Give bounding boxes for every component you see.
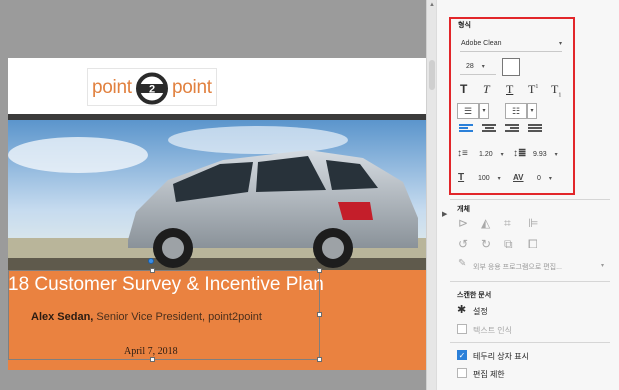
line-spacing-dropdown[interactable]: 1.20 ▾ xyxy=(479,151,504,158)
resize-handle-bottom-right[interactable] xyxy=(317,357,322,362)
font-color-swatch[interactable] xyxy=(502,58,520,76)
rotate-right-icon: ↻ xyxy=(481,237,492,251)
logo-text-right: point xyxy=(172,77,212,98)
horizontal-scale-icon: T xyxy=(458,172,465,183)
slide-date[interactable]: April 7, 2018 xyxy=(124,346,178,357)
align-left-button[interactable] xyxy=(459,124,473,134)
restrict-editing-label[interactable]: 편집 제한 xyxy=(473,369,505,380)
settings-link[interactable]: 설정 xyxy=(473,306,488,317)
collapse-panel-icon[interactable]: ▶ xyxy=(442,210,447,218)
recognize-text-label: 텍스트 인식 xyxy=(473,326,513,335)
format-section-title: 형식 xyxy=(458,22,471,29)
resize-handle-top-right[interactable] xyxy=(317,268,322,273)
replace-image-icon: ⧉ xyxy=(504,237,513,251)
align-justify-button[interactable] xyxy=(528,124,542,134)
horizontal-scale-value: 100 xyxy=(478,175,490,182)
pencil-icon: ✎ xyxy=(458,258,467,269)
gear-icon[interactable]: ✱ xyxy=(457,303,466,316)
character-spacing-value: 0 xyxy=(537,175,541,182)
chevron-down-icon: ▾ xyxy=(500,152,504,158)
resize-handle-top[interactable] xyxy=(150,268,155,273)
align-center-button[interactable] xyxy=(482,124,496,134)
subscript-button[interactable]: T1 xyxy=(551,82,561,98)
section-divider xyxy=(450,342,610,343)
bold-button[interactable]: T xyxy=(460,82,467,96)
chevron-down-icon: ▾ xyxy=(554,152,558,158)
horizontal-scale-dropdown[interactable]: 100 ▾ xyxy=(478,175,501,182)
font-size-underline xyxy=(460,74,496,75)
chevron-down-icon: ▾ xyxy=(601,263,605,269)
show-bounding-box-label[interactable]: 테두리 상자 표시 xyxy=(473,351,529,362)
logo-number: 2 xyxy=(149,84,155,96)
presenter-role: Senior Vice President, point2point xyxy=(93,311,262,323)
numbered-list-dropdown[interactable]: ▾ xyxy=(527,103,537,119)
resize-handle-bottom[interactable] xyxy=(150,357,155,362)
rotate-handle[interactable] xyxy=(148,258,154,264)
character-spacing-dropdown[interactable]: 0 ▾ xyxy=(537,175,552,182)
bullet-list-button[interactable]: ☰ xyxy=(457,103,479,119)
flip-icon: ◭ xyxy=(481,216,491,230)
vertical-scrollbar[interactable]: ▲ xyxy=(426,0,436,390)
font-family-dropdown[interactable]: Adobe Clean ▾ xyxy=(461,40,563,47)
italic-button[interactable]: T xyxy=(483,82,490,97)
chevron-down-icon: ▾ xyxy=(548,176,552,182)
superscript-button[interactable]: T1 xyxy=(528,82,538,97)
steering-wheel-logo: 2 xyxy=(136,72,168,105)
paragraph-spacing-value: 9.93 xyxy=(533,151,547,158)
scroll-thumb[interactable] xyxy=(429,60,435,90)
font-size-dropdown[interactable]: 28 ▾ xyxy=(466,63,485,70)
underline-button[interactable]: T xyxy=(506,82,513,97)
chevron-down-icon: ▾ xyxy=(481,64,485,70)
resize-handle-right[interactable] xyxy=(317,312,322,317)
document-canvas[interactable]: point 2 point 18 Customer Survey & Incen… xyxy=(0,0,428,390)
restrict-editing-checkbox[interactable] xyxy=(457,368,467,378)
logo-text-left: point xyxy=(92,77,132,98)
bullet-list-dropdown[interactable]: ▾ xyxy=(479,103,489,119)
slide-page[interactable]: point 2 point 18 Customer Survey & Incen… xyxy=(8,58,426,370)
line-spacing-icon: ↕≡ xyxy=(457,148,468,159)
align-objects-icon: ⊫ xyxy=(528,216,539,230)
presenter-name: Alex Sedan, xyxy=(31,311,94,323)
arrange-icon: ⧠ xyxy=(528,237,538,251)
paragraph-spacing-icon: ↕≣ xyxy=(513,148,527,159)
recognize-text-checkbox xyxy=(457,324,467,334)
objects-section-title: 개체 xyxy=(457,206,470,213)
slide-title[interactable]: 18 Customer Survey & Incentive Plan xyxy=(8,274,426,296)
chevron-down-icon: ▾ xyxy=(497,176,501,182)
crop-icon: ⌗ xyxy=(504,216,511,230)
numbered-list-button[interactable]: ☷ xyxy=(505,103,527,119)
chevron-down-icon: ▾ xyxy=(559,41,563,47)
paragraph-spacing-dropdown[interactable]: 9.93 ▾ xyxy=(533,151,558,158)
scroll-up-icon[interactable]: ▲ xyxy=(429,2,435,8)
section-divider xyxy=(450,199,610,200)
scanned-doc-section-title: 스캔한 문서 xyxy=(457,292,492,299)
car-photo[interactable] xyxy=(8,120,426,270)
edit-external-link: 외부 응용 프로그램으로 편집... xyxy=(473,264,562,271)
line-spacing-value: 1.20 xyxy=(479,151,493,158)
font-family-value: Adobe Clean xyxy=(461,40,502,47)
align-right-button[interactable] xyxy=(505,124,519,134)
rotate-left-icon: ↺ xyxy=(458,237,469,251)
presenter-line[interactable]: Alex Sedan, Senior Vice President, point… xyxy=(31,311,262,323)
triangle-icon: ⊳ xyxy=(458,216,469,230)
show-bounding-box-checkbox[interactable]: ✓ xyxy=(457,350,467,360)
font-family-underline xyxy=(460,51,562,52)
font-size-value: 28 xyxy=(466,63,474,70)
section-divider xyxy=(450,281,610,282)
character-spacing-icon: AV xyxy=(513,173,524,182)
